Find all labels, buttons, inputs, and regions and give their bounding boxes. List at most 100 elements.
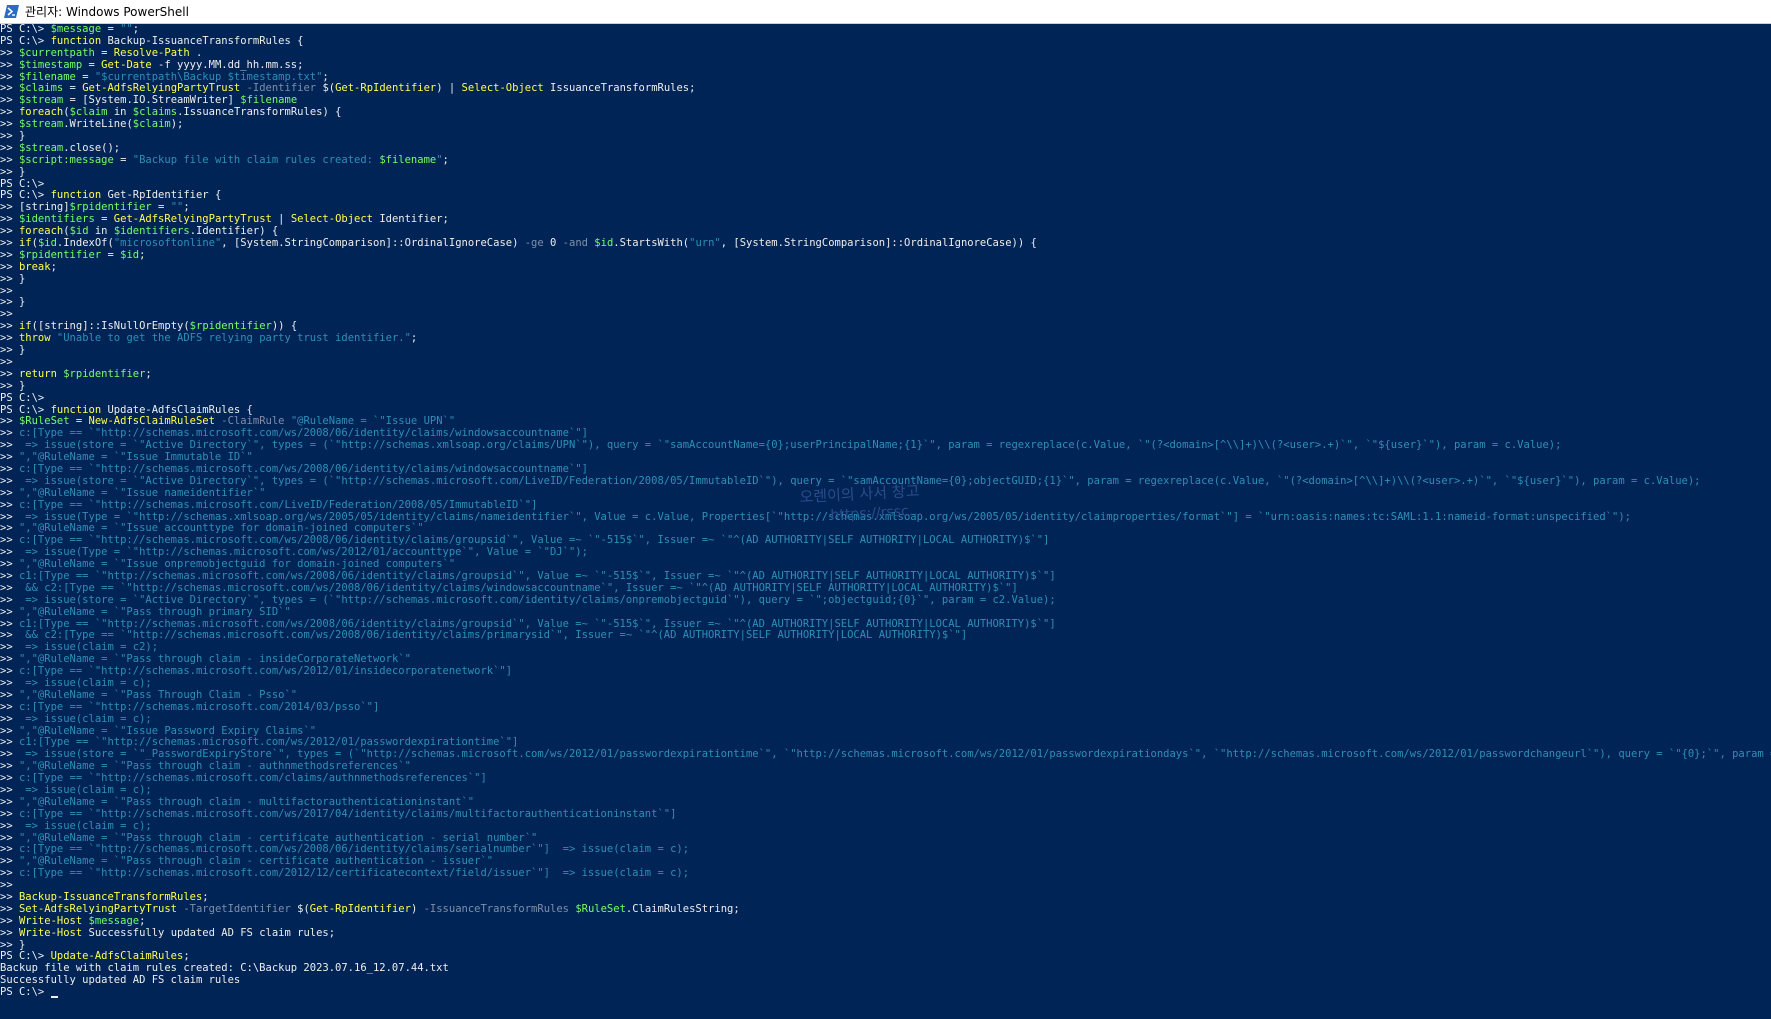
console-token: $stream xyxy=(18,94,64,107)
console-line: >> } xyxy=(0,166,1771,179)
console-line: PS C:\> xyxy=(0,986,1771,999)
console-line: >> } xyxy=(0,344,1771,357)
console-token: "Backup file with claim rules created: xyxy=(132,153,380,166)
console-line: >> return $rpidentifier; xyxy=(0,367,1771,381)
console-token: >> xyxy=(0,46,19,59)
console-token: => issue(store = `"Active Directory`", t… xyxy=(18,593,1056,606)
console-token: , [System.StringComparison]::OrdinalIgno… xyxy=(221,237,525,250)
console-token: ; xyxy=(410,332,418,345)
console-token: PS C:\> xyxy=(0,403,51,416)
console-token: ; xyxy=(183,950,190,963)
console-token: >> xyxy=(0,462,19,475)
console-token: "" xyxy=(170,201,184,214)
console-token: >> xyxy=(0,308,13,321)
console-token: $claims xyxy=(132,106,178,119)
console-token: -and xyxy=(562,237,588,250)
console-token: "microsoftonline" xyxy=(113,237,222,250)
console-token: -ge xyxy=(524,237,544,250)
console-token: .Identifier) { xyxy=(189,225,279,238)
console-token: >> xyxy=(0,700,19,713)
console-token: $identifiers xyxy=(113,225,190,238)
console-token: >> xyxy=(0,237,19,250)
console-token: Backup-IssuanceTransformRules { xyxy=(101,34,304,47)
console-token: >> xyxy=(0,569,19,582)
console-line: >> } xyxy=(0,130,1771,143)
console-token: c:[Type == `"http://schemas.microsoft.co… xyxy=(18,867,690,880)
console-token: >> xyxy=(0,748,19,761)
console-token: $stream xyxy=(18,141,64,154)
console-token: >> xyxy=(0,795,19,808)
console-token: >> xyxy=(0,593,19,606)
console-token: )) { xyxy=(271,320,298,333)
console-token: => issue(claim = c); xyxy=(18,676,152,689)
console-token: = [System.IO.StreamWriter] xyxy=(63,94,241,107)
console-token: >> xyxy=(0,712,19,725)
console-token: $identifiers xyxy=(18,213,95,226)
console-line: >> $stream.WriteLine($claim); xyxy=(0,118,1771,131)
console-line: >> if($id.IndexOf("microsoftonline", [Sy… xyxy=(0,237,1771,250)
console-token: ","@RuleName = `"Pass through claim - mu… xyxy=(18,795,475,808)
console-token: >> xyxy=(0,70,19,83)
console-token: ","@RuleName = `"Pass through claim - in… xyxy=(18,653,411,666)
console-line: >> } xyxy=(0,297,1771,309)
console-token: c:[Type == `"http://schemas.microsoft.co… xyxy=(18,665,513,678)
console-token: ; xyxy=(322,70,329,83)
console-token: $claim xyxy=(69,106,108,119)
console-token: = xyxy=(94,213,114,226)
console-token: ","@RuleName = `"Pass through primary SI… xyxy=(18,605,291,618)
console-token: ","@RuleName = `"Pass through claim - ce… xyxy=(18,831,538,844)
console-token: , [System.StringComparison]::OrdinalIgno… xyxy=(720,237,1037,250)
console-token: >> } xyxy=(0,296,26,309)
console-token: >> xyxy=(0,284,13,297)
console-token: ","@RuleName = `"Issue onpremobjectguid … xyxy=(18,558,456,571)
console-token: c:[Type == `"http://schemas.microsoft.co… xyxy=(18,700,380,713)
console-token: . xyxy=(189,46,203,59)
console-line: >> xyxy=(0,284,1771,298)
console-line: >> } xyxy=(0,380,1771,393)
console-token: $rpidentifier xyxy=(63,367,146,380)
console-line: >> c:[Type == `"http://schemas.microsoft… xyxy=(0,807,1771,821)
console-token: >> xyxy=(0,534,19,547)
console-token: Update-AdfsClaimRules xyxy=(50,950,184,963)
console-token: Write-Host xyxy=(18,926,83,939)
console-token: "Unable to get the ADFS relying party tr… xyxy=(56,332,411,345)
console-token: $RuleSet xyxy=(18,415,70,428)
console-token: Get-AdfsRelyingPartyTrust xyxy=(82,82,241,95)
console-line: >> Set-AdfsRelyingPartyTrust -TargetIden… xyxy=(0,902,1771,916)
console-token: $script:message xyxy=(18,153,114,166)
console-token: $( xyxy=(322,82,336,95)
console-token: $stream xyxy=(18,118,64,131)
console-token: >> xyxy=(0,332,19,345)
console-token: >> xyxy=(0,831,19,844)
console-token: Successfully updated AD FS claim rules xyxy=(0,974,241,987)
console-token: = xyxy=(75,70,95,83)
watermark: 오렌이의 사서 창고 https://rssc... xyxy=(799,481,923,527)
console-token: ); xyxy=(170,118,184,131)
console-token: Get-RpIdentifier xyxy=(309,902,411,915)
console-token: ; xyxy=(139,914,146,927)
console-token: Select-Object xyxy=(290,213,373,226)
console-token: if xyxy=(18,320,32,333)
console-token: = xyxy=(94,46,114,59)
console-token: $( xyxy=(297,902,310,915)
console-token: >> xyxy=(0,819,19,832)
console-token: >> xyxy=(0,736,19,749)
console-token: -TargetIdentifier xyxy=(177,902,298,915)
console-token: ","@RuleName = `"Issue nameidentifier`" xyxy=(18,486,266,499)
window-titlebar[interactable]: 관리자: Windows PowerShell xyxy=(0,0,1771,24)
console-token: c:[Type == `"http://schemas.microsoft.co… xyxy=(18,772,487,785)
console-token: c:[Type == `"http://schemas.microsoft.co… xyxy=(18,807,677,820)
console-line: Successfully updated AD FS claim rules xyxy=(0,974,1771,987)
console-line: >> xyxy=(0,879,1771,892)
console-token: ) xyxy=(410,902,424,915)
console-token: $rpidentifier xyxy=(18,248,102,261)
console-token: "@RuleName = `"Issue UPN`" xyxy=(290,415,456,428)
console-token: c1:[Type == `"http://schemas.microsoft.c… xyxy=(18,736,519,749)
console-line: Backup file with claim rules created: C:… xyxy=(0,962,1771,975)
console-token: ; xyxy=(202,891,209,904)
console-token: >> xyxy=(0,248,19,261)
console-token: >> xyxy=(0,843,19,856)
console-token: Successfully updated AD FS claim rules; xyxy=(82,926,336,939)
console-token: ; xyxy=(145,367,152,380)
console-token: c:[Type == `"http://schemas.microsoft.co… xyxy=(18,427,588,440)
